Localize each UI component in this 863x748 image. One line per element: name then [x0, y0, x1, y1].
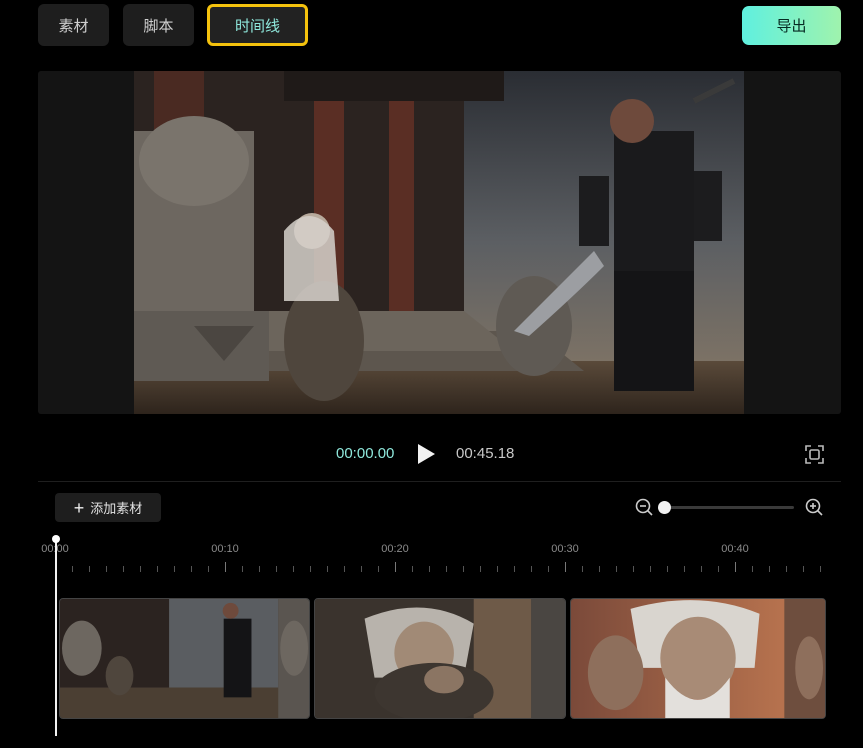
- add-material-label: 添加素材: [90, 501, 143, 516]
- ruler-tick: [174, 566, 175, 572]
- preview-frame-image: [134, 71, 744, 414]
- play-icon[interactable]: [416, 443, 436, 465]
- plus-icon: +: [73, 497, 85, 518]
- ruler-tick: [378, 566, 379, 572]
- timeline-ruler[interactable]: 00:00 00:10 00:20 00:30 00:40: [0, 536, 863, 576]
- ruler-tick: [106, 566, 107, 572]
- ruler-tick: [803, 566, 804, 572]
- ruler-tick: [497, 566, 498, 572]
- ruler-tick: [327, 566, 328, 572]
- ruler-tick: [429, 566, 430, 572]
- ruler-label: 00:30: [551, 543, 579, 555]
- fullscreen-icon[interactable]: [804, 444, 825, 465]
- ruler-tick: [820, 566, 821, 572]
- ruler-tick: [446, 566, 447, 572]
- ruler-tick: [786, 566, 787, 572]
- ruler-tick: [531, 566, 532, 572]
- ruler-label: 00:20: [381, 543, 409, 555]
- ruler-tick: [735, 562, 736, 572]
- playhead-handle[interactable]: [52, 535, 60, 543]
- export-label: 导出: [776, 18, 807, 35]
- ruler-tick: [667, 566, 668, 572]
- ruler-tick: [140, 566, 141, 572]
- ruler-tick: [582, 566, 583, 572]
- zoom-slider[interactable]: [658, 501, 794, 514]
- ruler-tick: [242, 566, 243, 572]
- video-clip[interactable]: [314, 598, 566, 719]
- ruler-tick: [548, 566, 549, 572]
- zoom-out-icon[interactable]: [634, 497, 654, 517]
- ruler-tick: [191, 566, 192, 572]
- ruler-tick: [650, 566, 651, 572]
- ruler-tick: [718, 566, 719, 572]
- ruler-label: 00:40: [721, 543, 749, 555]
- video-clip[interactable]: [570, 598, 826, 719]
- ruler-tick: [599, 566, 600, 572]
- ruler-tick: [361, 566, 362, 572]
- tab-materials[interactable]: 素材: [38, 4, 109, 46]
- ruler-tick: [310, 566, 311, 572]
- zoom-slider-handle[interactable]: [658, 501, 671, 514]
- ruler-tick: [463, 566, 464, 572]
- video-track: [59, 598, 826, 719]
- ruler-tick: [769, 566, 770, 572]
- ruler-tick: [514, 566, 515, 572]
- ruler-tick: [684, 566, 685, 572]
- add-material-button[interactable]: + 添加素材: [55, 493, 161, 522]
- ruler-tick: [72, 566, 73, 572]
- ruler-tick: [616, 566, 617, 572]
- ruler-tick: [259, 566, 260, 572]
- ruler-tick: [633, 566, 634, 572]
- playhead[interactable]: [52, 535, 60, 736]
- ruler-tick: [89, 566, 90, 572]
- ruler-tick: [225, 562, 226, 572]
- video-clip[interactable]: [59, 598, 310, 719]
- tab-timeline[interactable]: 时间线: [207, 4, 308, 46]
- tab-label: 素材: [58, 17, 89, 35]
- ruler-tick: [480, 566, 481, 572]
- tab-label: 时间线: [234, 17, 280, 35]
- export-button[interactable]: 导出: [742, 6, 841, 45]
- ruler-tick: [293, 566, 294, 572]
- ruler-tick: [208, 566, 209, 572]
- ruler-tick: [276, 566, 277, 572]
- ruler-tick: [157, 566, 158, 572]
- ruler-label: 00:10: [211, 543, 239, 555]
- ruler-tick: [565, 562, 566, 572]
- ruler-tick: [344, 566, 345, 572]
- video-preview[interactable]: [38, 71, 841, 414]
- ruler-tick: [412, 566, 413, 572]
- divider: [38, 481, 841, 482]
- ruler-tick: [395, 562, 396, 572]
- tab-label: 脚本: [143, 17, 174, 35]
- tab-script[interactable]: 脚本: [123, 4, 194, 46]
- zoom-in-icon[interactable]: [804, 497, 824, 517]
- total-time: 00:45.18: [456, 445, 515, 462]
- ruler-tick: [752, 566, 753, 572]
- ruler-tick: [123, 566, 124, 572]
- current-time: 00:00.00: [336, 445, 395, 462]
- ruler-tick: [701, 566, 702, 572]
